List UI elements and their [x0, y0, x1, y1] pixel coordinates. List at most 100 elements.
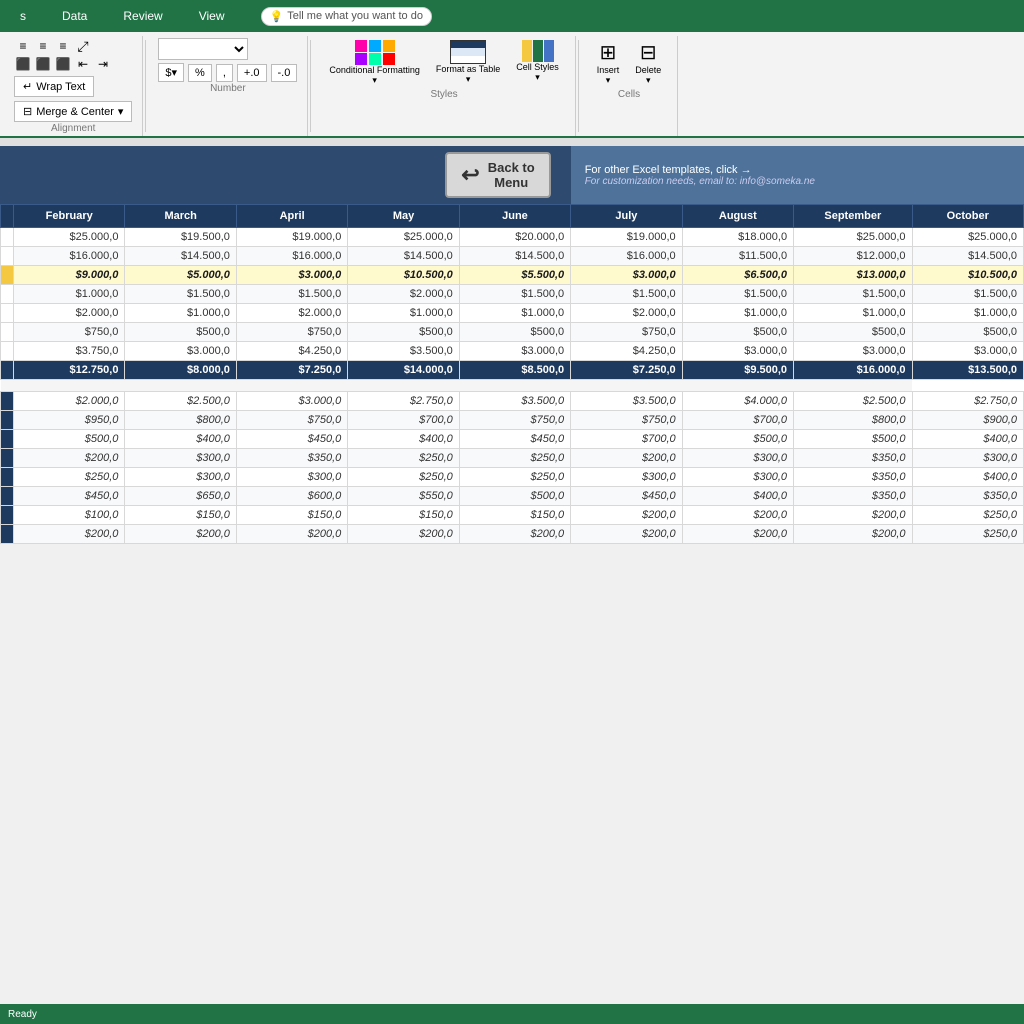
table-cell[interactable]: $500,0 — [794, 323, 912, 342]
table-cell[interactable]: $200,0 — [794, 506, 912, 525]
table-cell[interactable]: $3.000,0 — [682, 342, 793, 361]
table-cell[interactable]: $8.000,0 — [125, 361, 236, 380]
table-cell[interactable]: $14.500,0 — [912, 247, 1023, 266]
table-cell[interactable]: $25.000,0 — [794, 228, 912, 247]
table-cell[interactable]: $200,0 — [682, 525, 793, 544]
indent-decrease-btn[interactable]: ⇤ — [74, 56, 92, 72]
table-cell[interactable]: $2.500,0 — [794, 392, 912, 411]
table-cell[interactable]: $250,0 — [14, 468, 125, 487]
table-cell[interactable]: $500,0 — [912, 323, 1023, 342]
table-cell[interactable]: $200,0 — [682, 506, 793, 525]
table-cell[interactable]: $9.000,0 — [14, 266, 125, 285]
table-cell[interactable]: $3.000,0 — [125, 342, 236, 361]
table-cell[interactable]: $7.250,0 — [571, 361, 682, 380]
table-cell[interactable]: $800,0 — [794, 411, 912, 430]
align-right-btn[interactable]: ⬛ — [54, 56, 72, 72]
merge-center-button[interactable]: ⊟ Merge & Center ▾ — [14, 101, 132, 122]
table-cell[interactable]: $18.000,0 — [682, 228, 793, 247]
table-cell[interactable]: $400,0 — [912, 430, 1023, 449]
table-cell[interactable]: $350,0 — [794, 449, 912, 468]
table-cell[interactable]: $3.000,0 — [236, 266, 347, 285]
table-cell[interactable]: $6.500,0 — [682, 266, 793, 285]
table-cell[interactable]: $10.500,0 — [912, 266, 1023, 285]
table-cell[interactable]: $200,0 — [571, 506, 682, 525]
table-cell[interactable]: $1.500,0 — [236, 285, 347, 304]
table-cell[interactable]: $1.500,0 — [459, 285, 570, 304]
table-cell[interactable]: $150,0 — [125, 506, 236, 525]
table-cell[interactable]: $3.000,0 — [571, 266, 682, 285]
table-cell[interactable]: $4.250,0 — [236, 342, 347, 361]
table-cell[interactable]: $1.500,0 — [912, 285, 1023, 304]
cell-styles-btn[interactable]: Cell Styles ▾ — [510, 38, 565, 88]
text-orient-btn[interactable]: ⤢ — [74, 38, 92, 54]
table-cell[interactable]: $950,0 — [14, 411, 125, 430]
wrap-text-button[interactable]: ↵ Wrap Text — [14, 76, 94, 97]
table-cell[interactable]: $450,0 — [571, 487, 682, 506]
table-cell[interactable]: $400,0 — [125, 430, 236, 449]
table-cell[interactable]: $200,0 — [571, 525, 682, 544]
table-cell[interactable]: $5.500,0 — [459, 266, 570, 285]
table-cell[interactable]: $500,0 — [14, 430, 125, 449]
table-cell[interactable]: $800,0 — [125, 411, 236, 430]
tellme-box[interactable]: 💡 Tell me what you want to do — [261, 7, 432, 26]
table-cell[interactable]: $200,0 — [236, 525, 347, 544]
table-cell[interactable]: $400,0 — [682, 487, 793, 506]
table-cell[interactable]: $1.500,0 — [794, 285, 912, 304]
table-cell[interactable]: $250,0 — [348, 449, 459, 468]
table-cell[interactable]: $500,0 — [348, 323, 459, 342]
table-cell[interactable]: $500,0 — [459, 323, 570, 342]
merge-dropdown-icon[interactable]: ▾ — [118, 105, 124, 118]
table-cell[interactable]: $600,0 — [236, 487, 347, 506]
table-cell[interactable]: $500,0 — [459, 487, 570, 506]
table-cell[interactable]: $250,0 — [459, 449, 570, 468]
conditional-dropdown-icon[interactable]: ▾ — [372, 75, 377, 86]
table-cell[interactable]: $2.750,0 — [348, 392, 459, 411]
table-cell[interactable]: $900,0 — [912, 411, 1023, 430]
table-cell[interactable]: $150,0 — [236, 506, 347, 525]
format-table-dropdown-icon[interactable]: ▾ — [466, 74, 471, 85]
table-cell[interactable]: $19.500,0 — [125, 228, 236, 247]
table-cell[interactable]: $200,0 — [14, 525, 125, 544]
indent-increase-btn[interactable]: ⇥ — [94, 56, 112, 72]
table-cell[interactable]: $25.000,0 — [348, 228, 459, 247]
table-cell[interactable]: $3.500,0 — [348, 342, 459, 361]
table-cell[interactable]: $3.500,0 — [459, 392, 570, 411]
table-cell[interactable]: $750,0 — [459, 411, 570, 430]
table-cell[interactable]: $250,0 — [912, 506, 1023, 525]
table-cell[interactable]: $2.000,0 — [14, 392, 125, 411]
table-cell[interactable]: $350,0 — [236, 449, 347, 468]
table-cell[interactable]: $250,0 — [459, 468, 570, 487]
table-cell[interactable]: $25.000,0 — [14, 228, 125, 247]
accounting-btn[interactable]: $▾ — [158, 63, 184, 82]
table-cell[interactable]: $3.000,0 — [912, 342, 1023, 361]
table-cell[interactable]: $500,0 — [794, 430, 912, 449]
table-cell[interactable]: $1.500,0 — [125, 285, 236, 304]
table-cell[interactable]: $1.000,0 — [459, 304, 570, 323]
insert-btn[interactable]: ⊞ Insert ▾ — [591, 38, 626, 88]
table-cell[interactable]: $300,0 — [682, 468, 793, 487]
table-cell[interactable]: $400,0 — [348, 430, 459, 449]
table-cell[interactable]: $4.000,0 — [682, 392, 793, 411]
table-cell[interactable]: $750,0 — [236, 323, 347, 342]
table-cell[interactable]: $750,0 — [571, 323, 682, 342]
table-cell[interactable]: $450,0 — [459, 430, 570, 449]
table-cell[interactable]: $25.000,0 — [912, 228, 1023, 247]
increase-decimal-btn[interactable]: +.0 — [237, 64, 267, 82]
table-cell[interactable]: $750,0 — [571, 411, 682, 430]
table-cell[interactable]: $1.000,0 — [125, 304, 236, 323]
table-cell[interactable]: $12.000,0 — [794, 247, 912, 266]
table-cell[interactable]: $4.250,0 — [571, 342, 682, 361]
table-cell[interactable]: $300,0 — [125, 449, 236, 468]
percent-btn[interactable]: % — [188, 64, 212, 82]
table-cell[interactable]: $300,0 — [912, 449, 1023, 468]
table-cell[interactable]: $13.500,0 — [912, 361, 1023, 380]
table-cell[interactable]: $1.000,0 — [682, 304, 793, 323]
table-cell[interactable]: $20.000,0 — [459, 228, 570, 247]
table-cell[interactable]: $3.500,0 — [571, 392, 682, 411]
align-center-btn[interactable]: ⬛ — [34, 56, 52, 72]
table-cell[interactable]: $650,0 — [125, 487, 236, 506]
comma-btn[interactable]: , — [216, 64, 233, 82]
table-cell[interactable]: $500,0 — [682, 430, 793, 449]
table-cell[interactable]: $2.000,0 — [348, 285, 459, 304]
table-cell[interactable]: $300,0 — [125, 468, 236, 487]
